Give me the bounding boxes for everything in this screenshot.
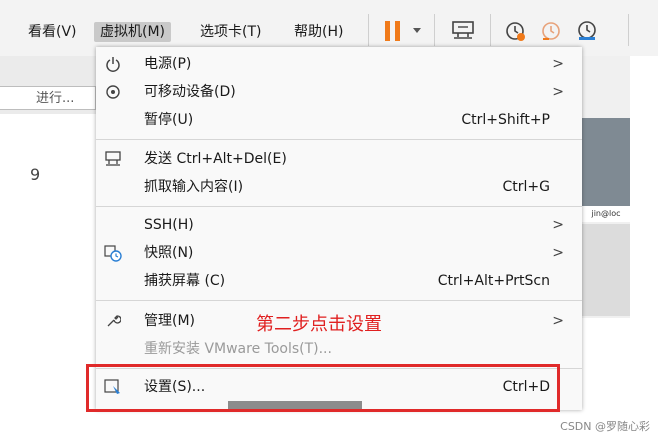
toolbar-separator — [368, 14, 369, 46]
annotation-text: 第二步点击设置 — [256, 314, 382, 335]
pause-icon[interactable] — [380, 16, 406, 46]
send-keys-icon — [104, 150, 122, 168]
menu-item-label: 抓取输入内容(I) — [144, 179, 244, 195]
scrollbar-thumb[interactable] — [228, 401, 362, 409]
submenu-arrow-icon: > — [552, 56, 564, 72]
menu-item-send-ctrl-alt-del[interactable]: 发送 Ctrl+Alt+Del(E) — [96, 145, 582, 173]
menu-item-label: SSH(H) — [144, 217, 194, 233]
background-search-field: 进行... — [0, 86, 96, 110]
menu-item-label: 发送 Ctrl+Alt+Del(E) — [144, 151, 287, 167]
background-vm-thumbnail — [582, 118, 630, 214]
toolbar-separator — [434, 14, 435, 46]
submenu-arrow-icon: > — [552, 217, 564, 233]
submenu-arrow-icon: > — [552, 313, 564, 329]
toolbar-separator — [628, 14, 629, 46]
shortcut-text: Ctrl+G — [502, 179, 551, 195]
watermark-text: CSDN @罗随心彩 — [560, 420, 650, 433]
menu-item-label: 快照(N) — [144, 245, 194, 261]
menu-item-snapshot[interactable]: 快照(N) > — [96, 239, 582, 267]
menu-item-label: 暂停(U) — [144, 112, 194, 128]
menu-item-label: 电源(P) — [144, 56, 192, 72]
menu-divider — [96, 139, 582, 140]
menu-help[interactable]: 帮助(H) — [288, 22, 349, 42]
background-digit: 9 — [30, 165, 41, 184]
snapshot-icon — [104, 244, 122, 262]
dropdown-arrow-icon[interactable] — [408, 16, 426, 46]
send-ctrl-alt-del-icon[interactable] — [446, 16, 480, 46]
menu-item-reinstall-vmware-tools: 重新安装 VMware Tools(T)... — [96, 335, 582, 363]
menu-item-ssh[interactable]: SSH(H) > — [96, 211, 582, 239]
submenu-arrow-icon: > — [552, 245, 564, 261]
power-icon — [104, 55, 122, 73]
snapshot-revert-icon[interactable] — [536, 16, 566, 46]
menu-tabs[interactable]: 选项卡(T) — [194, 22, 267, 42]
submenu-arrow-icon: > — [552, 84, 564, 100]
menu-item-label: 管理(M) — [144, 313, 196, 329]
menu-item-capture-screen[interactable]: 捕获屏幕 (C) Ctrl+Alt+PrtScn — [96, 267, 582, 295]
snapshot-manager-icon[interactable] — [572, 16, 602, 46]
background-console — [582, 224, 630, 316]
menu-divider — [96, 206, 582, 207]
vm-dropdown-menu: 电源(P) > 可移动设备(D) > 暂停(U) Ctrl+Shift+P 发送… — [96, 47, 582, 410]
menu-item-removable-devices[interactable]: 可移动设备(D) > — [96, 78, 582, 106]
menu-item-power[interactable]: 电源(P) > — [96, 50, 582, 78]
shortcut-text: Ctrl+Shift+P — [461, 112, 550, 128]
menu-item-pause[interactable]: 暂停(U) Ctrl+Shift+P — [96, 106, 582, 134]
snapshot-take-icon[interactable] — [500, 16, 530, 46]
shortcut-text: Ctrl+Alt+PrtScn — [437, 273, 550, 289]
menu-item-label: 捕获屏幕 (C) — [144, 273, 226, 289]
background-console-text: jin@loc — [582, 206, 630, 222]
removable-device-icon — [104, 83, 122, 101]
wrench-icon — [104, 312, 122, 330]
menu-view[interactable]: 看看(V) — [22, 22, 83, 42]
menu-item-label: 重新安装 VMware Tools(T)... — [144, 341, 332, 357]
menu-item-grab-input[interactable]: 抓取输入内容(I) Ctrl+G — [96, 173, 582, 201]
menu-item-label: 可移动设备(D) — [144, 84, 236, 100]
menu-vm[interactable]: 虚拟机(M) — [94, 22, 172, 42]
menu-divider — [96, 300, 582, 301]
toolbar-separator — [490, 14, 491, 46]
